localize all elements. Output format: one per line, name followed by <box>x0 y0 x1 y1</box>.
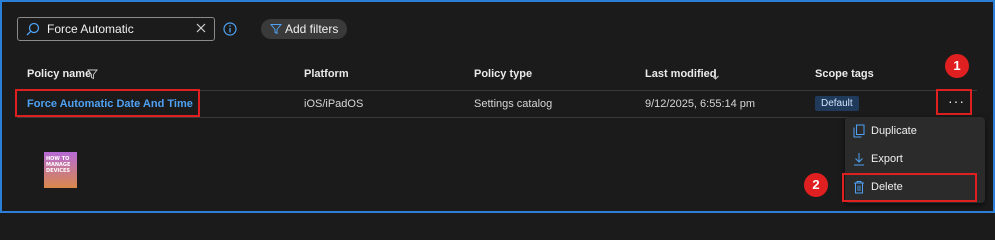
add-filters-button[interactable]: Add filters <box>261 19 347 39</box>
funnel-icon[interactable] <box>87 69 98 80</box>
search-icon <box>26 22 40 36</box>
logo-line-3: DEVICES <box>46 168 70 174</box>
column-header-scope-tags[interactable]: Scope tags <box>815 68 874 80</box>
duplicate-icon <box>853 124 865 138</box>
sort-down-icon[interactable] <box>711 69 720 80</box>
delete-highlight-box <box>842 173 977 202</box>
menu-label-duplicate: Duplicate <box>871 125 917 137</box>
policy-type-cell: Settings catalog <box>474 98 553 110</box>
search-value: Force Automatic <box>47 22 134 36</box>
column-header-last-modified[interactable]: Last modified <box>645 68 717 80</box>
scope-tag-badge: Default <box>815 96 859 111</box>
search-input[interactable]: Force Automatic <box>17 17 215 41</box>
platform-cell: iOS/iPadOS <box>304 98 364 110</box>
column-header-policy-name[interactable]: Policy name <box>27 68 91 80</box>
menu-item-duplicate[interactable]: Duplicate <box>845 119 985 143</box>
annotation-step-2: 2 <box>804 173 828 197</box>
row-divider <box>17 117 977 118</box>
export-icon <box>854 153 864 166</box>
more-actions-button[interactable]: ··· <box>936 89 972 115</box>
annotation-step-1: 1 <box>945 54 969 78</box>
last-modified-cell: 9/12/2025, 6:55:14 pm <box>645 98 756 110</box>
menu-item-export[interactable]: Export <box>845 147 985 171</box>
how-to-manage-devices-logo: HOW TO MANAGE DEVICES <box>44 152 77 188</box>
filter-icon <box>270 24 282 35</box>
menu-label-export: Export <box>871 153 903 165</box>
add-filters-label: Add filters <box>285 22 339 36</box>
policy-highlight-box <box>15 89 200 117</box>
more-dots: ··· <box>948 93 965 109</box>
column-header-policy-type[interactable]: Policy type <box>474 68 532 80</box>
clear-icon[interactable] <box>194 21 208 35</box>
info-icon[interactable] <box>223 22 237 36</box>
column-header-platform[interactable]: Platform <box>304 68 349 80</box>
